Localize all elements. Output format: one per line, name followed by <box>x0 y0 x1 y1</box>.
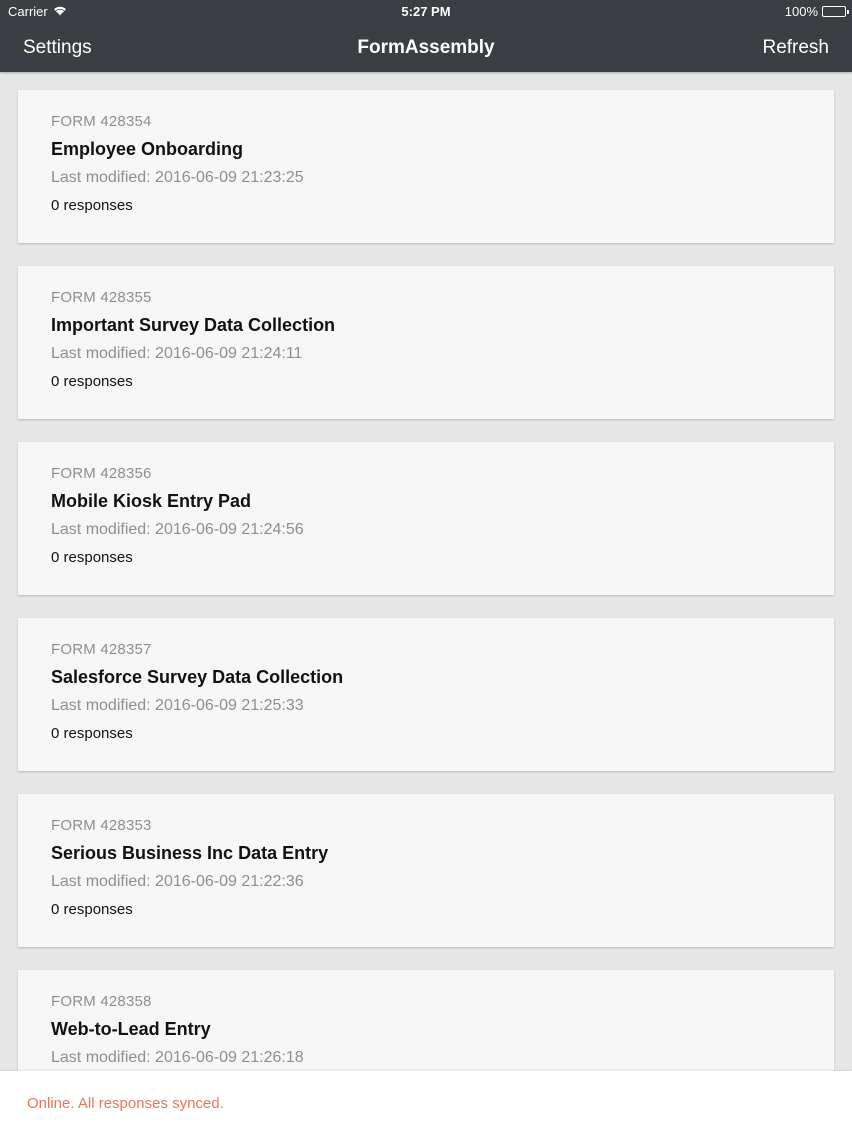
form-title: Mobile Kiosk Entry Pad <box>51 491 252 511</box>
form-title: Serious Business Inc Data Entry <box>51 843 329 863</box>
form-responses: 0 responses <box>51 549 133 566</box>
form-modified: Last modified: 2016-06-09 21:24:11 <box>51 345 303 362</box>
form-responses: 0 responses <box>51 373 133 390</box>
form-modified: Last modified: 2016-06-09 21:24:56 <box>51 521 304 538</box>
battery-indicator: 100% <box>784 4 849 19</box>
form-id: FORM 428358 <box>51 993 152 1010</box>
battery-percent: 100% <box>784 4 818 19</box>
sync-status-text: Online. All responses synced. <box>27 1095 224 1112</box>
form-title: Salesforce Survey Data Collection <box>51 667 344 687</box>
form-card[interactable]: FORM 428357 Salesforce Survey Data Colle… <box>18 618 834 771</box>
form-title: Web-to-Lead Entry <box>51 1019 211 1039</box>
sync-status-bar: Online. All responses synced. <box>0 1071 852 1136</box>
form-id: FORM 428355 <box>51 289 152 306</box>
form-card[interactable]: FORM 428356 Mobile Kiosk Entry Pad Last … <box>18 442 834 595</box>
form-title: Employee Onboarding <box>51 139 244 159</box>
form-card[interactable]: FORM 428355 Important Survey Data Collec… <box>18 266 834 419</box>
form-id: FORM 428353 <box>51 817 152 834</box>
forms-list: FORM 428354 Employee Onboarding Last mod… <box>18 90 834 1136</box>
form-card[interactable]: FORM 428354 Employee Onboarding Last mod… <box>18 90 834 243</box>
form-responses: 0 responses <box>51 901 133 918</box>
navigation-bar: Settings FormAssembly Refresh <box>0 22 852 72</box>
form-card[interactable]: FORM 428353 Serious Business Inc Data En… <box>18 794 834 947</box>
form-title: Important Survey Data Collection <box>51 315 336 335</box>
app-title: FormAssembly <box>357 37 495 58</box>
refresh-button[interactable]: Refresh <box>762 37 829 59</box>
clock: 5:27 PM <box>401 4 451 19</box>
status-bar: Carrier 5:27 PM 100% <box>0 0 852 22</box>
form-id: FORM 428357 <box>51 641 152 658</box>
form-responses: 0 responses <box>51 725 133 742</box>
form-responses: 0 responses <box>51 197 133 214</box>
form-modified: Last modified: 2016-06-09 21:25:33 <box>51 697 304 714</box>
form-id: FORM 428356 <box>51 465 152 482</box>
form-modified: Last modified: 2016-06-09 21:22:36 <box>51 873 304 890</box>
form-modified: Last modified: 2016-06-09 21:23:25 <box>51 169 304 186</box>
form-id: FORM 428354 <box>51 113 152 130</box>
battery-icon <box>822 6 849 17</box>
